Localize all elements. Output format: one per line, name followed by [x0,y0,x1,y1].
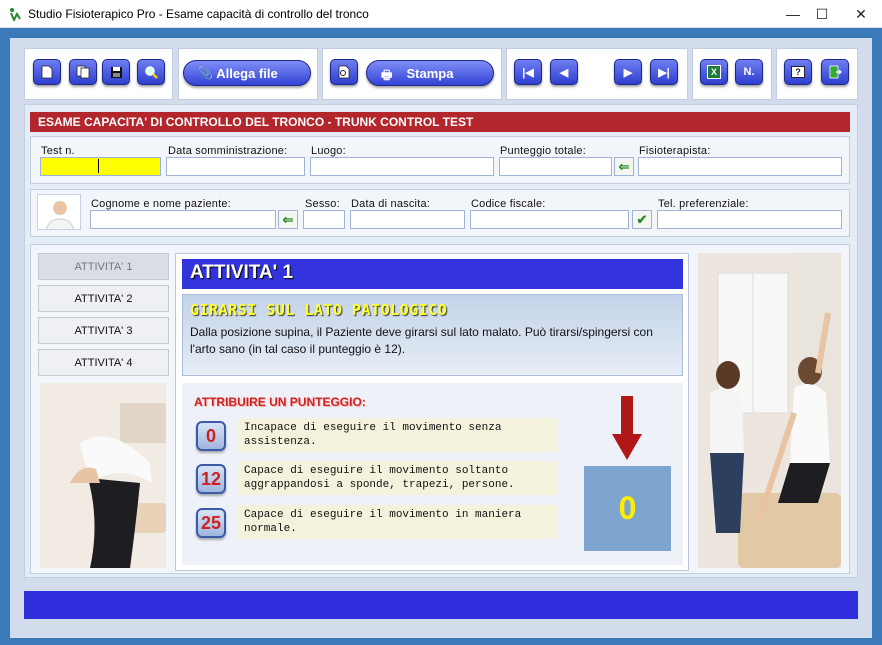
place-input[interactable] [310,157,494,176]
checkmark-icon: ✔ [636,211,648,227]
score-option-0-text: Incapace di eseguire il movimento senza … [238,418,558,452]
last-record-button[interactable]: ▶| [650,59,678,85]
first-record-icon: |◀ [522,66,534,79]
attach-file-button[interactable]: 📎 Allega file [183,60,311,86]
fiscal-code-input[interactable] [470,210,629,229]
total-score-label: Punteggio totale: [500,145,586,157]
status-bar [24,591,858,619]
patient-avatar [37,194,81,230]
app-icon [10,8,21,21]
activity-header: ATTIVITA' 1 [182,259,683,289]
print-preview-button[interactable] [330,59,358,85]
activity-1-button[interactable]: ATTIVITA' 1 [38,253,169,280]
score-prompt: ATTRIBUIRE UN PUNTEGGIO: [194,395,366,409]
exercise-photo-left-image [40,383,166,568]
therapist-input[interactable] [638,157,842,176]
print-preview-icon [338,65,350,79]
activity-2-button[interactable]: ATTIVITA' 2 [38,285,169,312]
help-button[interactable]: ? [784,59,812,85]
verify-fiscal-code-button[interactable]: ✔ [632,210,652,229]
activity-subtitle: GIRARSI SUL LATO PATOLOGICO [190,301,448,319]
numbering-button[interactable]: N. [735,59,763,85]
score-option-0-button[interactable]: 0 [196,421,226,451]
date-input[interactable] [166,157,305,176]
close-button[interactable]: ✕ [838,0,882,28]
activity-3-button[interactable]: ATTIVITA' 3 [38,317,169,344]
next-record-button[interactable]: ▶ [614,59,642,85]
attach-file-label: Allega file [216,65,278,81]
magnifier-icon [145,66,158,79]
print-label: Stampa [406,65,454,81]
activity-score-result: 0 [584,466,671,551]
patient-name-input[interactable] [90,210,276,229]
print-button[interactable]: 🖶 Stampa [366,60,494,86]
window-title: Studio Fisioterapico Pro - Esame capacit… [28,7,369,21]
last-record-icon: ▶| [658,66,670,79]
birth-date-input[interactable] [350,210,465,229]
total-score-input[interactable] [499,157,612,176]
score-option-25-button[interactable]: 25 [196,508,226,538]
arrow-left-icon: ⇐ [282,211,294,227]
duplicate-button[interactable] [69,59,97,85]
patient-name-label: Cognome e nome paziente: [91,198,231,210]
excel-icon: X [706,65,721,79]
exercise-photo-left [40,383,166,568]
sex-input[interactable] [303,210,345,229]
search-button[interactable] [137,59,165,85]
phone-label: Tel. preferenziale: [658,198,749,210]
export-excel-button[interactable]: X [700,59,728,85]
activity-description: Dalla posizione supina, il Paziente deve… [190,325,653,356]
sex-label: Sesso: [305,198,340,210]
section-title: ESAME CAPACITA' DI CONTROLLO DEL TRONCO … [30,112,850,132]
score-option-12-button[interactable]: 12 [196,464,226,494]
title-bar: Studio Fisioterapico Pro - Esame capacit… [0,0,882,28]
first-record-button[interactable]: |◀ [514,59,542,85]
test-number-label: Test n. [41,145,75,157]
floppy-disk-icon [110,66,122,78]
birth-date-label: Data di nascita: [351,198,431,210]
score-option-12-text: Capace di eseguire il movimento soltanto… [238,461,558,495]
exit-door-icon [829,65,842,79]
previous-record-button[interactable]: ◀ [550,59,578,85]
date-label: Data somministrazione: [168,145,288,157]
arrow-down-icon [612,396,642,460]
arrow-left-icon: ⇐ [618,158,630,174]
next-record-icon: ▶ [623,66,633,79]
exercise-photo-right-image [698,253,841,568]
select-patient-button[interactable]: ⇐ [278,210,298,229]
patient-photo-icon [46,201,74,229]
new-document-icon [41,65,53,79]
fiscal-code-label: Codice fiscale: [471,198,546,210]
place-label: Luogo: [311,145,346,157]
help-icon: ? [791,66,805,78]
test-number-input[interactable] [40,157,161,176]
exercise-photo-right [698,253,841,568]
paperclip-icon: 📎 [198,66,213,80]
score-option-25-text: Capace di eseguire il movimento in manie… [238,505,558,539]
previous-record-icon: ◀ [559,66,569,79]
text-cursor [98,159,99,173]
copy-icon [76,65,90,79]
activity-4-button[interactable]: ATTIVITA' 4 [38,349,169,376]
therapist-label: Fisioterapista: [639,145,711,157]
new-record-button[interactable] [33,59,61,85]
phone-input[interactable] [657,210,842,229]
compute-total-button[interactable]: ⇐ [614,157,634,176]
save-button[interactable] [102,59,130,85]
exit-button[interactable] [821,59,849,85]
printer-icon: 🖶 [381,68,393,82]
